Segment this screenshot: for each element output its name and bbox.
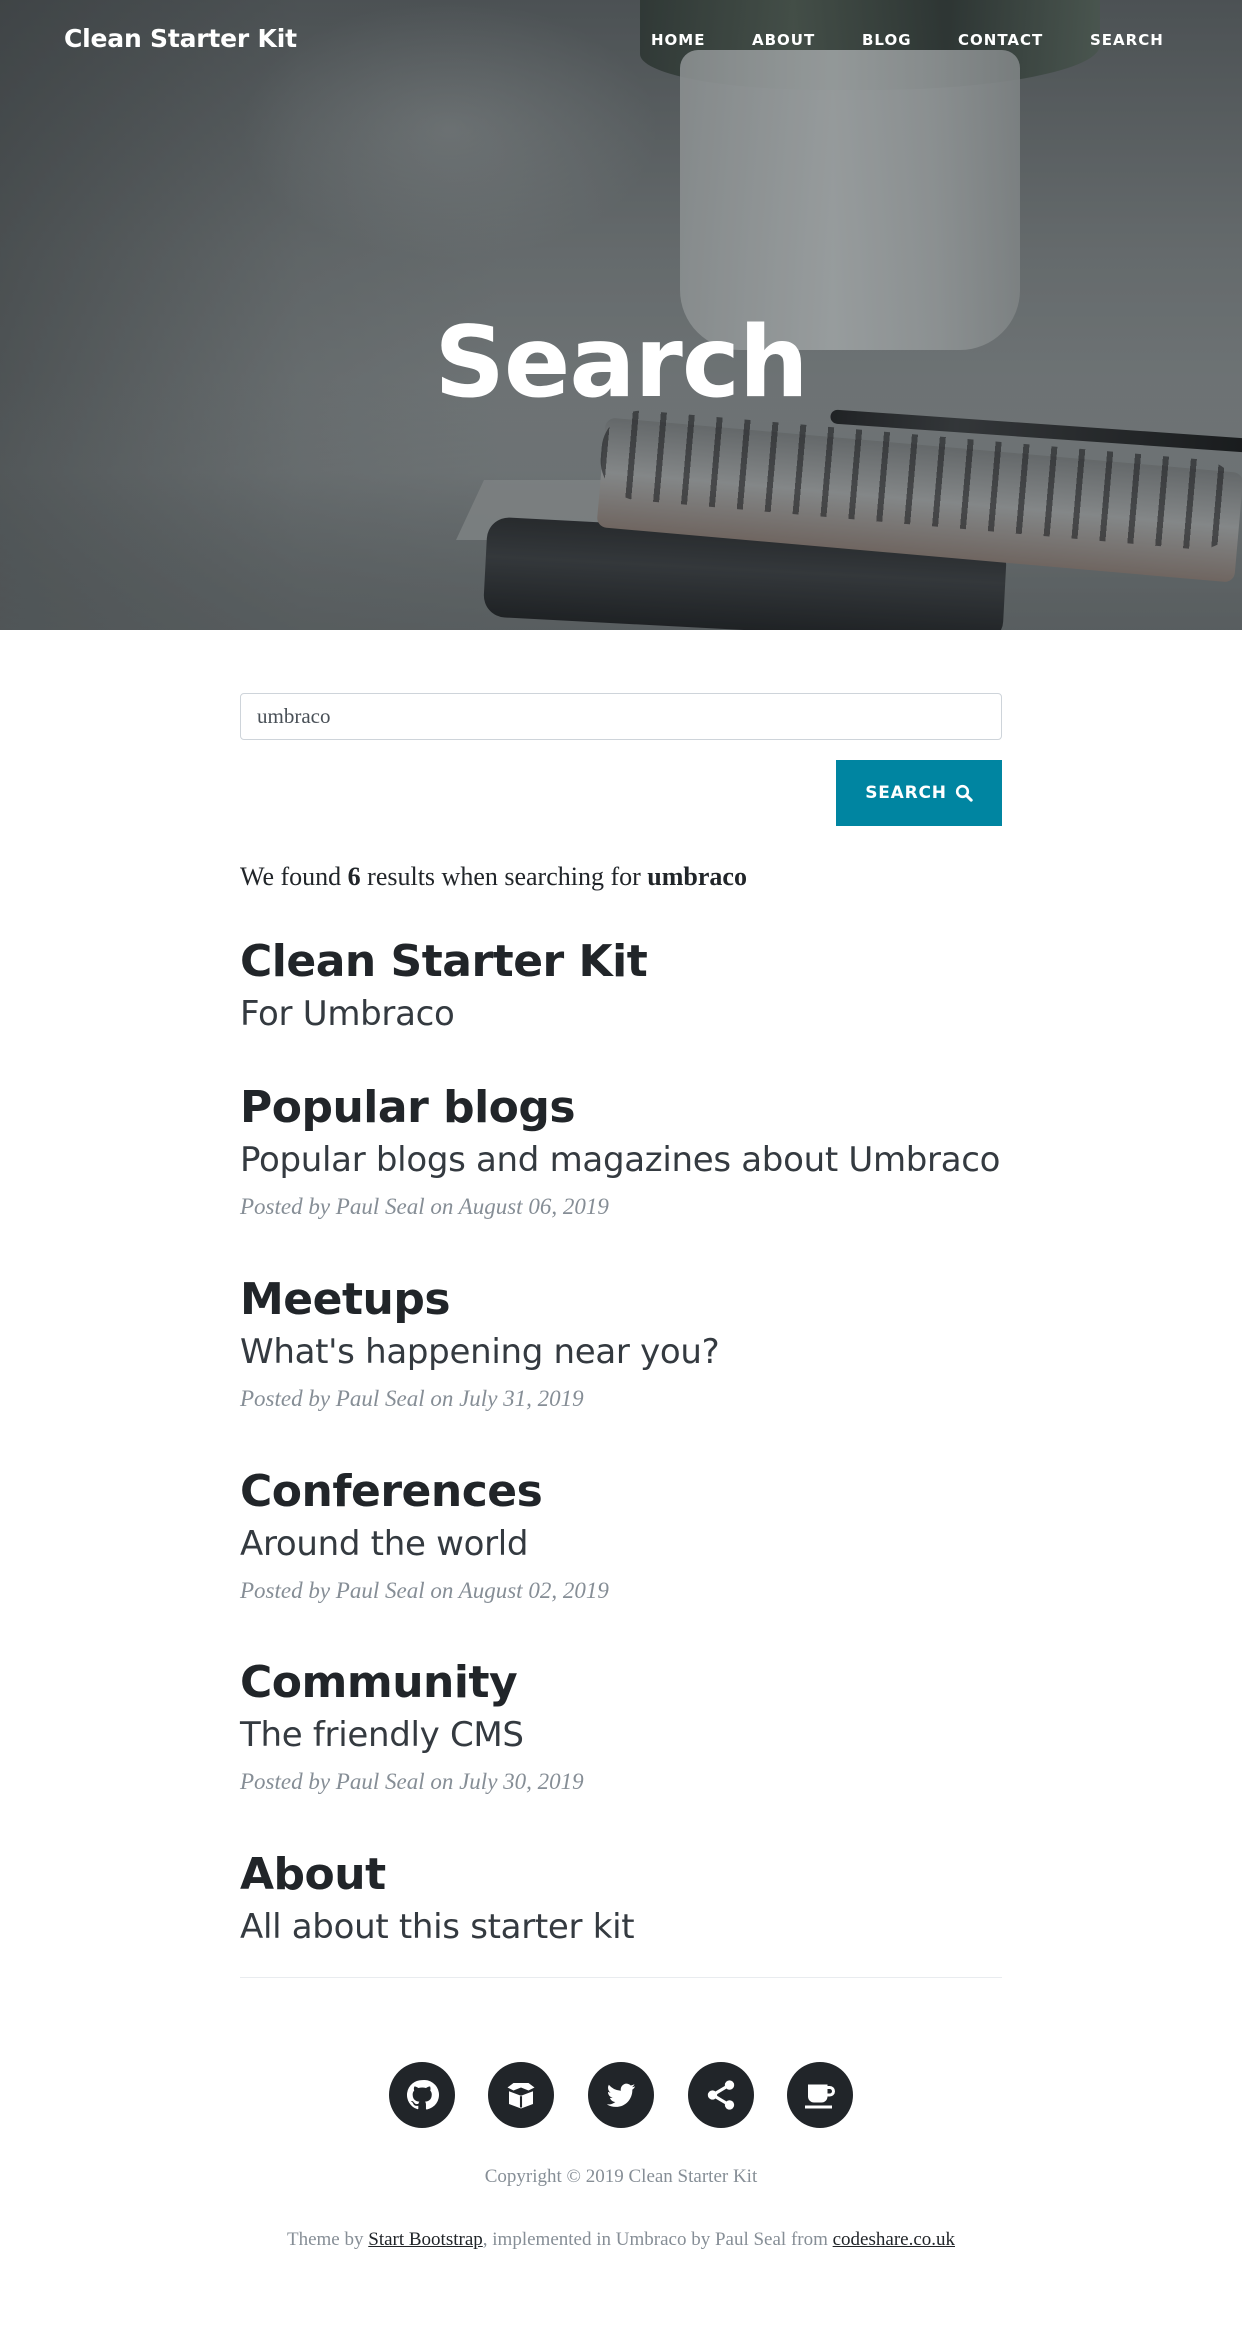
search-term: umbraco [647, 862, 747, 891]
result-title[interactable]: Popular blogs [240, 1083, 1002, 1132]
search-result[interactable]: Conferences Around the world Posted by P… [240, 1467, 1002, 1604]
credits: Theme by Start Bootstrap, implemented in… [0, 2229, 1242, 2251]
search-result[interactable]: About All about this starter kit [240, 1850, 1002, 1948]
share-link[interactable] [688, 2062, 754, 2128]
page-title: Search [434, 305, 808, 420]
package-link[interactable] [488, 2062, 554, 2128]
result-title[interactable]: Conferences [240, 1467, 1002, 1516]
result-meta: Posted by Paul Seal on July 31, 2019 [240, 1385, 584, 1411]
nav-about[interactable]: ABOUT [752, 31, 815, 49]
result-subtitle: Popular blogs and magazines about Umbrac… [240, 1140, 1001, 1181]
twitter-icon [606, 2083, 636, 2107]
search-result[interactable]: Community The friendly CMS Posted by Pau… [240, 1658, 1002, 1795]
main-content: SEARCH We found 6 results when searching… [240, 630, 1002, 1990]
share-icon [707, 2080, 735, 2110]
nav-blog[interactable]: BLOG [862, 31, 912, 49]
nav-home[interactable]: HOME [651, 31, 705, 49]
result-subtitle: The friendly CMS [240, 1715, 524, 1756]
coffee-link[interactable] [787, 2062, 853, 2128]
summary-prefix: We found [240, 862, 342, 891]
credits-middle: , implemented in Umbraco by Paul Seal fr… [482, 2229, 828, 2250]
nav-contact[interactable]: CONTACT [958, 31, 1043, 49]
twitter-link[interactable] [588, 2062, 654, 2128]
social-links [0, 2062, 1242, 2128]
summary-middle: results when searching for [367, 862, 641, 891]
codeshare-link[interactable]: codeshare.co.uk [833, 2229, 955, 2250]
result-subtitle: For Umbraco [240, 994, 455, 1035]
search-icon [955, 784, 973, 802]
search-input[interactable] [240, 693, 1002, 740]
github-icon [406, 2079, 439, 2110]
package-icon [507, 2083, 535, 2109]
copyright: Copyright © 2019 Clean Starter Kit [484, 2166, 758, 2187]
hero-header: Clean Starter Kit HOME ABOUT BLOG CONTAC… [0, 0, 1242, 630]
result-meta: Posted by Paul Seal on August 06, 2019 [240, 1193, 609, 1219]
result-meta: Posted by Paul Seal on July 30, 2019 [240, 1768, 584, 1794]
search-result[interactable]: Meetups What's happening near you? Poste… [240, 1275, 1002, 1412]
result-title[interactable]: Clean Starter Kit [240, 937, 1002, 986]
github-link[interactable] [389, 2062, 455, 2128]
search-result[interactable]: Popular blogs Popular blogs and magazine… [240, 1083, 1002, 1220]
result-subtitle: What's happening near you? [240, 1332, 720, 1373]
result-count: 6 [347, 862, 361, 891]
coffee-icon [805, 2084, 835, 2109]
result-subtitle: All about this starter kit [240, 1907, 635, 1948]
nav-links: HOME ABOUT BLOG CONTACT SEARCH [0, 31, 1242, 55]
result-title[interactable]: Community [240, 1658, 1002, 1707]
nav-search[interactable]: SEARCH [1090, 31, 1164, 49]
search-result[interactable]: Clean Starter Kit For Umbraco [240, 937, 1002, 1035]
search-button[interactable]: SEARCH [836, 760, 1002, 826]
start-bootstrap-link[interactable]: Start Bootstrap [368, 2229, 483, 2250]
search-button-label: SEARCH [865, 783, 947, 803]
result-title[interactable]: Meetups [240, 1275, 1002, 1324]
result-title[interactable]: About [240, 1850, 1002, 1899]
credits-prefix: Theme by [286, 2229, 364, 2250]
result-subtitle: Around the world [240, 1524, 529, 1565]
results-divider [240, 1977, 1002, 1978]
search-summary: We found 6 results when searching for um… [240, 862, 1002, 892]
result-meta: Posted by Paul Seal on August 02, 2019 [240, 1577, 609, 1603]
navbar: Clean Starter Kit HOME ABOUT BLOG CONTAC… [0, 0, 1242, 82]
